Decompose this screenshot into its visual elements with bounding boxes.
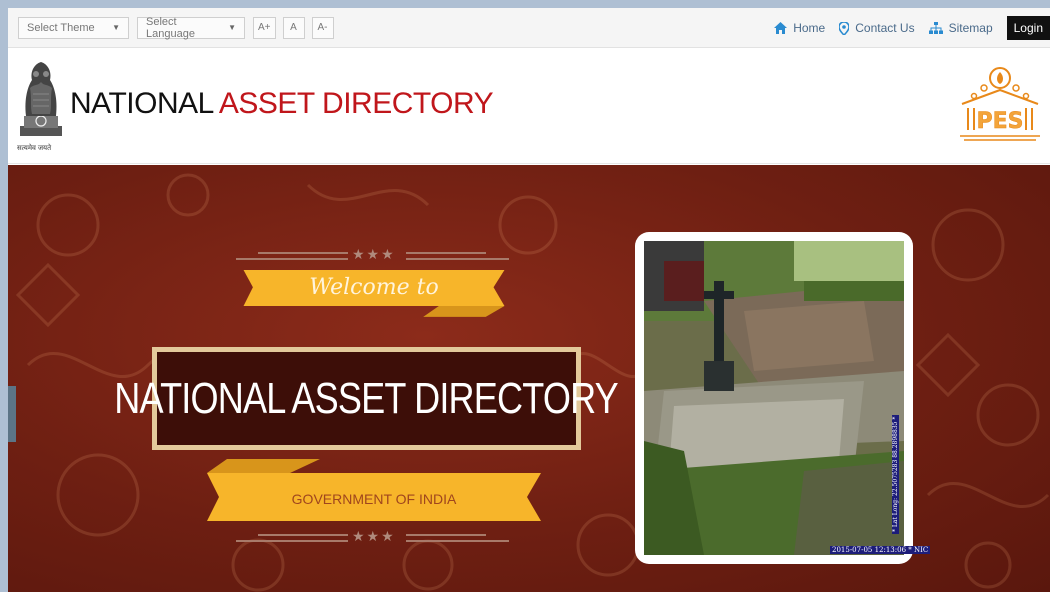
site-title[interactable]: NATIONAL ASSET DIRECTORY [70,86,494,122]
welcome-text: Welcome to [309,275,439,300]
theme-select[interactable]: Select Theme ▼ [18,16,129,39]
bottom-divider-left [258,534,348,536]
side-feedback-tab[interactable] [8,386,16,442]
bottom-divider-left-2 [236,540,348,542]
asset-photo[interactable] [644,241,904,555]
photo-latlong: * Lat Long: 22.5075283 88.2898835 * [892,414,899,534]
theme-select-label: Select Theme [27,21,95,34]
site-header: सत्यमेव जयते NATIONAL ASSET DIRECTORY PE… [8,48,1050,164]
bottom-stars: ★★★ [352,528,396,544]
top-links: Home Contact Us Sitemap Login [774,8,1050,48]
contact-link-label: Contact Us [855,21,915,35]
bottom-divider-right-2 [406,540,509,542]
chevron-down-icon: ▼ [228,23,236,32]
language-select[interactable]: Select Language ▼ [137,15,245,40]
top-stars: ★★★ [352,246,396,262]
font-increase-button[interactable]: A+ [253,16,276,39]
pes-logo-text: PES [977,109,1024,134]
home-icon [774,22,788,34]
contact-link[interactable]: Contact Us [839,21,915,35]
asset-photo-frame [635,232,913,564]
main-title-box: NATIONAL ASSET DIRECTORY [115,347,619,450]
pes-logo-icon[interactable]: PES [954,64,1046,146]
utility-bar: Select Theme ▼ Select Language ▼ A+ A A-… [8,8,1050,48]
site-title-part1: NATIONAL [70,87,213,120]
photo-timestamp: 2015-07-05 12:13:06 * NIC [830,546,931,554]
top-divider-right-2 [406,252,486,254]
home-link-label: Home [793,21,826,35]
font-decrease-button[interactable]: A- [311,16,334,39]
banner-main-title: NATIONAL ASSET DIRECTORY [114,373,619,423]
home-link[interactable]: Home [774,21,825,35]
map-pin-icon [839,21,850,35]
sitemap-icon [928,22,943,34]
sitemap-link-label: Sitemap [948,21,993,35]
chevron-down-icon: ▼ [112,23,120,32]
top-divider-right [406,258,509,260]
government-subtitle: GOVERNMENT OF INDIA [291,491,457,507]
site-title-part2: ASSET DIRECTORY [218,87,494,120]
bottom-divider-right [406,534,486,536]
browser-frame: Select Theme ▼ Select Language ▼ A+ A A-… [8,8,1050,592]
language-select-label: Select Language [146,15,195,40]
emblem-caption: सत्यमेव जयते [17,145,52,152]
login-button[interactable]: Login [1006,16,1050,40]
sitemap-link[interactable]: Sitemap [928,21,993,35]
national-emblem-icon[interactable] [16,58,66,146]
top-divider-left-2 [258,252,348,254]
top-divider-left [236,258,348,260]
hero-banner: ★★★ Welcome to NATIONAL ASSET DIRECTORY … [8,165,1050,592]
font-normal-button[interactable]: A [282,16,305,39]
